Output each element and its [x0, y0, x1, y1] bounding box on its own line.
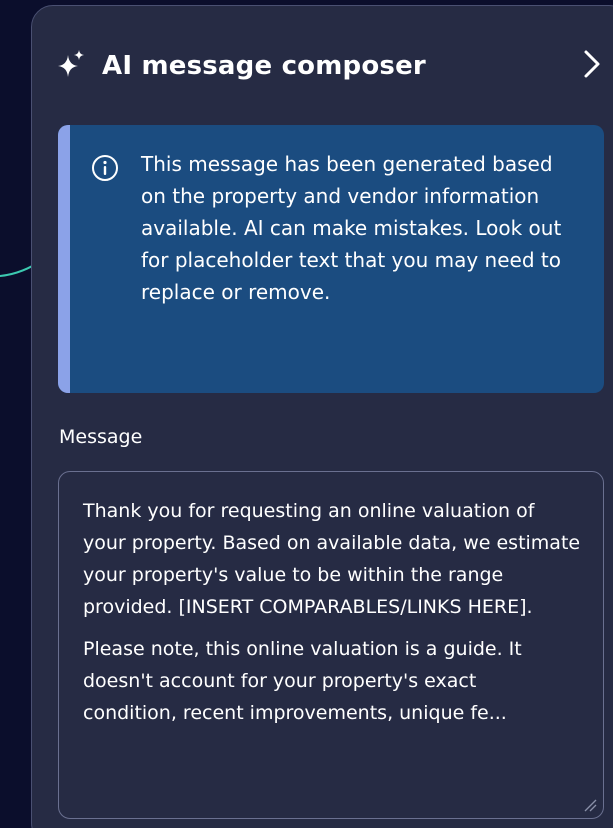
page-canvas: AI message composer This message has bee…: [0, 0, 613, 828]
info-banner: This message has been generated based on…: [58, 125, 604, 393]
chevron-right-icon[interactable]: [574, 46, 610, 82]
info-circle-icon: [92, 155, 118, 181]
sparkle-icon: [58, 50, 84, 77]
message-paragraph-2-visible: Please note, this online valuation is a …: [83, 638, 522, 692]
info-accent-bar: [58, 125, 70, 393]
message-paragraph-2: Please note, this online valuation is a …: [83, 633, 583, 729]
ai-composer-panel: AI message composer This message has bee…: [31, 5, 613, 828]
resize-handle-icon[interactable]: [583, 798, 597, 812]
message-content: Thank you for requesting an online valua…: [83, 495, 583, 739]
message-paragraph-1: Thank you for requesting an online valua…: [83, 500, 581, 618]
message-label: Message: [59, 426, 143, 448]
info-banner-text: This message has been generated based on…: [141, 152, 562, 304]
panel-header: AI message composer: [32, 6, 613, 118]
message-textarea[interactable]: Thank you for requesting an online valua…: [58, 471, 604, 819]
message-paragraph-2-truncated: condition, recent improvements, unique f…: [83, 702, 507, 724]
panel-title: AI message composer: [102, 51, 426, 81]
